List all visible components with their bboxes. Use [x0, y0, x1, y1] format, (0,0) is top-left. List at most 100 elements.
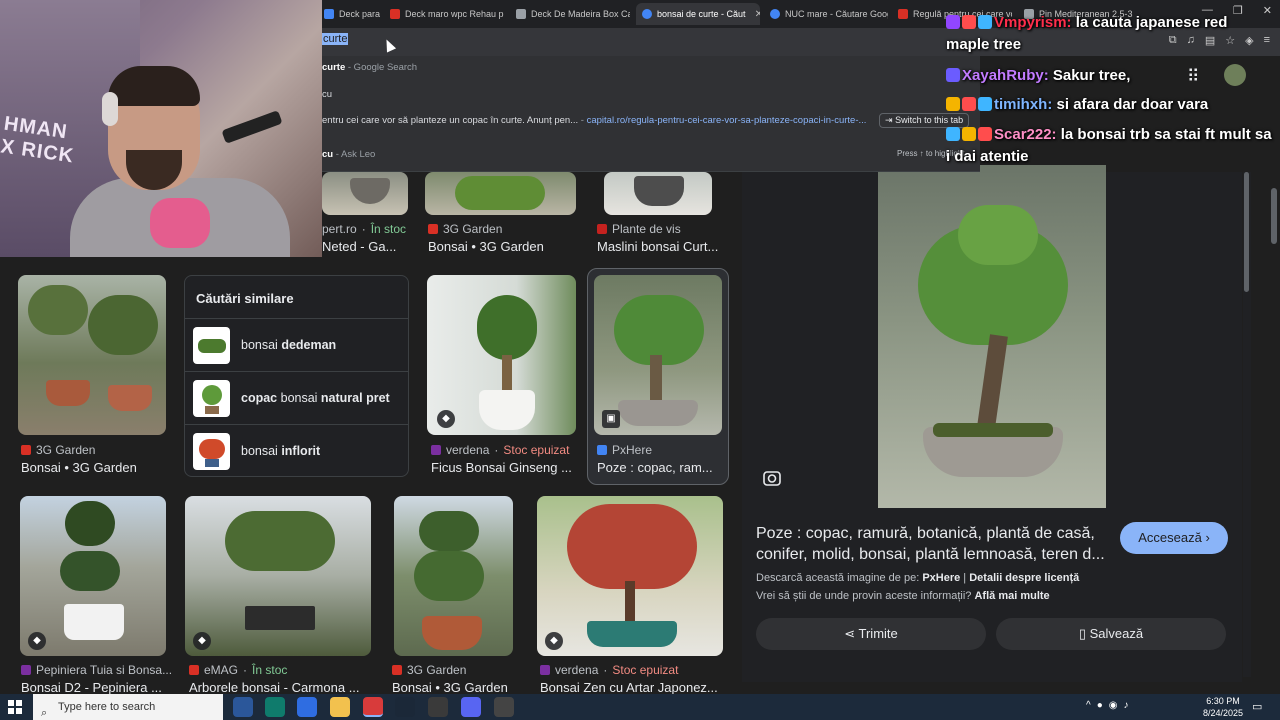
suggestion-search[interactable]: curte - Google Search	[322, 62, 417, 73]
result-title[interactable]: Poze : copac, ram...	[597, 460, 719, 475]
edge-icon[interactable]	[297, 697, 317, 717]
scrollbar-thumb[interactable]	[1271, 188, 1277, 244]
result-image[interactable]: ◆	[537, 496, 723, 656]
result-title[interactable]: Ficus Bonsai Ginseng ...	[431, 460, 576, 475]
chevron-right-icon: ›	[1205, 530, 1210, 545]
result-image[interactable]	[394, 496, 513, 656]
result-source[interactable]: 3G Garden	[428, 222, 502, 236]
taskbar-search[interactable]: ⌕ Type here to search	[33, 694, 223, 720]
result-title[interactable]: Bonsai • 3G Garden	[392, 680, 517, 695]
result-title[interactable]: Arborele bonsai - Carmona ...	[189, 680, 369, 695]
visit-button[interactable]: Accesează ›	[1120, 522, 1228, 554]
result-image[interactable]: ◆	[20, 496, 166, 656]
pot-shape	[245, 606, 315, 630]
result-source[interactable]: verdena · Stoc epuizat	[540, 663, 678, 677]
result-title[interactable]: Bonsai • 3G Garden	[21, 460, 171, 475]
tag-icon: ◆	[28, 632, 46, 650]
discord-icon[interactable]	[461, 697, 481, 717]
result-source[interactable]: eMAG · În stoc	[189, 663, 287, 677]
moss-shape	[933, 423, 1053, 437]
result-source[interactable]: 3G Garden	[392, 663, 466, 677]
task-view-icon[interactable]	[233, 697, 253, 717]
result-source[interactable]: Pepiniera Tuia si Bonsa...	[21, 663, 172, 677]
app-icon[interactable]	[428, 697, 448, 717]
avatar[interactable]	[1224, 64, 1246, 86]
result-title[interactable]: Bonsai Zen cu Artar Japonez...	[540, 680, 725, 695]
tab-bonsai-de-curte[interactable]: bonsai de curte - Căut ✕	[636, 3, 760, 25]
source-name: eMAG	[204, 663, 239, 677]
result-image[interactable]	[18, 275, 166, 435]
shirt-print	[150, 198, 210, 248]
mic-icon[interactable]: ●	[1097, 700, 1109, 711]
site-favicon	[189, 665, 199, 675]
taskbar-clock[interactable]: 6:30 PM 8/24/2025	[1203, 695, 1243, 719]
similar-search-thumbnail	[193, 380, 230, 417]
preview-image[interactable]	[878, 165, 1106, 508]
result-source[interactable]: pert.ro · În stoc	[322, 222, 406, 236]
preview-scrollbar[interactable]	[1243, 172, 1251, 677]
steam-icon[interactable]	[395, 697, 415, 717]
result-image[interactable]	[425, 172, 576, 215]
result-image[interactable]	[604, 172, 712, 215]
result-source[interactable]: 3G Garden	[21, 443, 95, 457]
taskbar-search-placeholder: Type here to search	[58, 701, 156, 713]
result-image[interactable]: ◆	[185, 496, 371, 656]
suggestion-history[interactable]: cu	[322, 89, 332, 100]
result-title[interactable]: Bonsai • 3G Garden	[428, 239, 578, 254]
app-icon[interactable]	[494, 697, 514, 717]
tab-nuc-mare[interactable]: NUC mare - Căutare Goog	[764, 3, 888, 25]
license-link[interactable]: Detalii despre licență	[969, 572, 1079, 584]
trunk-shape	[650, 355, 662, 405]
suggestion-tab[interactable]: entru cei care vor să planteze un copac …	[322, 115, 866, 126]
result-title[interactable]: Maslini bonsai Curt...	[597, 239, 727, 254]
tab-icon: ⇥	[885, 115, 893, 125]
share-button[interactable]: ⋖ Trimite	[756, 618, 986, 650]
suggestion-ask-leo[interactable]: cu - Ask Leo	[322, 149, 375, 160]
result-image[interactable]: ◆	[427, 275, 576, 435]
result-image-selected[interactable]: ▣	[594, 275, 722, 435]
lens-icon[interactable]	[762, 468, 782, 488]
result-image[interactable]	[322, 172, 408, 215]
pot-shape	[587, 621, 677, 647]
result-title[interactable]: Neted - Ga...	[322, 239, 412, 254]
screen: Deck para P Deck maro wpc Rehau pi Deck …	[0, 0, 1280, 720]
file-explorer-icon[interactable]	[330, 697, 350, 717]
chat-message: Vmpyrism: la cauta japanese red maple tr…	[946, 12, 1272, 56]
similar-searches-card: Căutări similare bonsai dedeman copac bo…	[184, 275, 409, 477]
windows-start-icon[interactable]	[8, 700, 22, 714]
close-icon[interactable]: ✕	[755, 9, 760, 20]
scrollbar-thumb[interactable]	[1244, 172, 1249, 292]
similar-search-item[interactable]: bonsai dedeman	[185, 318, 408, 371]
badge-icon	[946, 127, 960, 141]
wifi-icon[interactable]: ◉	[1109, 700, 1124, 711]
omnibox-text[interactable]: curte	[322, 33, 349, 45]
windows-taskbar: ⌕ Type here to search ^●◉♪ 6:30 PM 8/24/20…	[0, 694, 1280, 720]
similar-search-label: bonsai inflorit	[241, 444, 321, 458]
result-source[interactable]: PxHere	[597, 443, 652, 457]
tab-deck-madeira[interactable]: Deck De Madeira Box Cap	[510, 3, 630, 25]
tab-favicon	[516, 9, 526, 19]
volume-icon[interactable]: ♪	[1123, 700, 1134, 711]
badge-icon	[962, 97, 976, 111]
copilot-icon[interactable]	[265, 697, 285, 717]
learn-more-link[interactable]: Află mai multe	[974, 590, 1049, 602]
result-title[interactable]: Bonsai D2 - Pepiniera ...	[21, 680, 166, 695]
save-button[interactable]: ▯ Salvează	[996, 618, 1226, 650]
result-source[interactable]: Plante de vis	[597, 222, 681, 236]
browser-app-icon[interactable]	[363, 697, 383, 717]
badge-icon	[946, 68, 960, 82]
chevron-up-icon[interactable]: ^	[1086, 700, 1097, 711]
site-favicon	[540, 665, 550, 675]
similar-search-item[interactable]: bonsai inflorit	[185, 424, 408, 477]
source-name: 3G Garden	[407, 663, 467, 677]
similar-search-item[interactable]: copac bonsai natural pret	[185, 371, 408, 424]
clock-time: 6:30 PM	[1206, 696, 1240, 706]
visit-button-label: Accesează	[1138, 530, 1202, 545]
notification-icon[interactable]: ▭	[1252, 700, 1262, 713]
tab-deck-maro[interactable]: Deck maro wpc Rehau pi	[384, 3, 504, 25]
result-source[interactable]: verdena · Stoc epuizat	[431, 443, 569, 457]
tab-deck-para[interactable]: Deck para P	[318, 3, 380, 25]
source-link[interactable]: PxHere	[922, 572, 960, 584]
apps-grid-icon[interactable]: ⠿	[1187, 67, 1199, 87]
omnibox-selected-text: curte	[322, 33, 349, 45]
